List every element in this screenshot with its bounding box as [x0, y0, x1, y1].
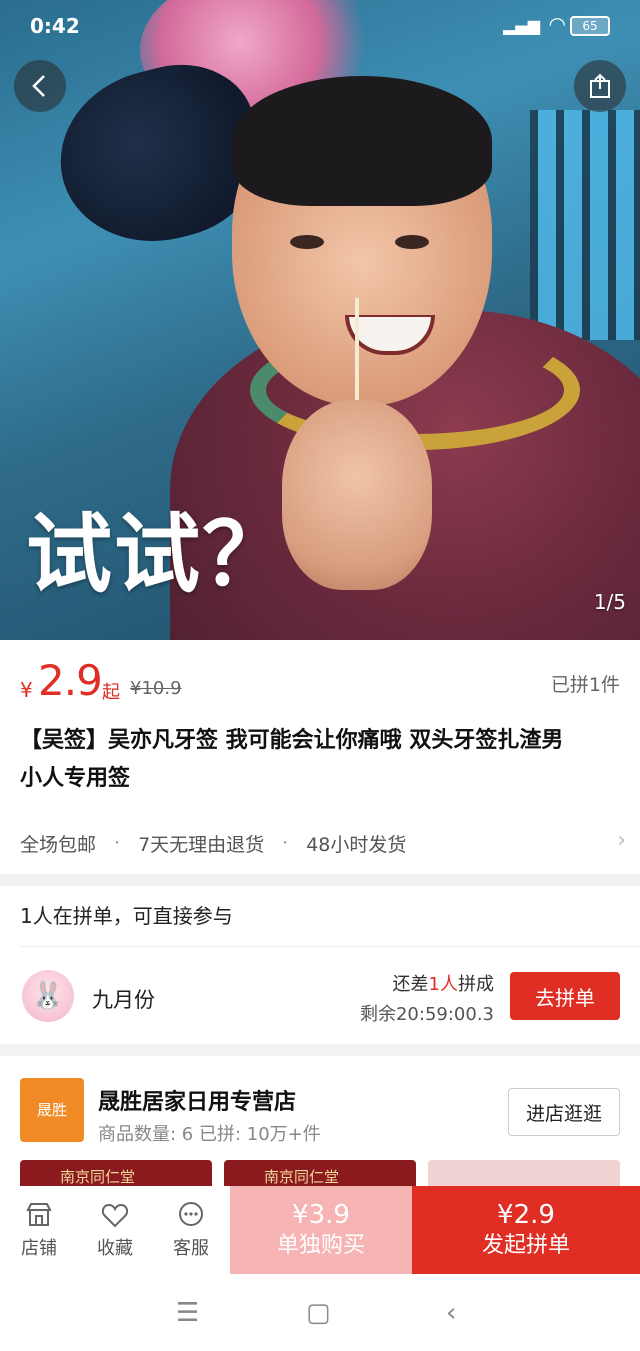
bunny-avatar-icon: 🐰 — [31, 981, 65, 1011]
image-figure-eye — [395, 235, 429, 249]
bottom-action-bar: 店铺 收藏 客服 ¥3.9 单独购买 ¥2.9 发起拼单 — [0, 1186, 640, 1274]
shop-logo[interactable]: 晟胜 — [20, 1078, 84, 1142]
shop-name[interactable]: 晟胜居家日用专营店 — [98, 1084, 296, 1116]
tab-label: 客服 — [173, 1238, 209, 1259]
group-need-prefix: 还差 — [392, 974, 429, 995]
service-free-shipping: 全场包邮 — [20, 833, 97, 856]
group-need-count: 1人 — [428, 974, 458, 995]
join-group-button[interactable]: 去拼单 — [510, 972, 620, 1020]
thumbnail-label: 南京同仁堂 — [264, 1168, 340, 1186]
product-title-line: 小人专用签 — [20, 766, 131, 791]
image-background-window — [530, 110, 640, 340]
buy-alone-price: ¥3.9 — [292, 1200, 350, 1230]
chevron-right-icon: › — [617, 828, 626, 853]
image-figure-fist — [282, 400, 432, 590]
store-icon — [26, 1203, 52, 1226]
share-icon — [590, 73, 610, 98]
system-nav-bar: ☰ ▢ ‹ — [0, 1274, 640, 1351]
section-gap — [0, 874, 640, 886]
signal-icon: ▂▄▆ — [503, 16, 540, 35]
avatar: 🐰 — [22, 970, 74, 1022]
tab-customer-service[interactable]: 客服 — [156, 1196, 226, 1260]
image-figure-hair — [232, 76, 492, 206]
tab-favorite[interactable]: 收藏 — [80, 1196, 150, 1260]
heart-icon — [101, 1203, 129, 1228]
share-button[interactable] — [574, 60, 626, 112]
divider — [20, 946, 640, 947]
tab-label: 店铺 — [21, 1238, 57, 1259]
home-square-icon[interactable]: ▢ — [306, 1298, 331, 1328]
sold-count: 已拼1件 — [550, 674, 620, 696]
back-arrow-icon — [32, 75, 45, 97]
image-toothpick — [355, 298, 359, 408]
group-need-suffix: 拼成 — [458, 974, 494, 995]
status-time: 0:42 — [30, 14, 80, 38]
price-currency: ¥ — [20, 678, 33, 702]
buy-alone-label: 单独购买 — [276, 1233, 365, 1258]
service-7day-return: 7天无理由退货 — [138, 833, 265, 856]
image-counter: 1/5 — [593, 590, 626, 614]
price-row: ¥ 2.9 起 ¥10.9 已拼1件 — [20, 656, 620, 712]
price-suffix: 起 — [102, 682, 120, 703]
status-bar: 0:42 ▂▄▆ ◠ 65 — [0, 0, 640, 52]
image-caption: 试试？ — [26, 505, 290, 605]
battery-icon: 65 — [570, 16, 610, 36]
tab-store[interactable]: 店铺 — [4, 1196, 74, 1260]
thumbnail-label: 南京同仁堂 — [60, 1168, 136, 1186]
group-buy-label: 发起拼单 — [481, 1233, 570, 1258]
back-button[interactable] — [14, 60, 66, 112]
wifi-icon: ◠ — [548, 12, 566, 36]
service-48h-shipping: 48小时发货 — [306, 833, 407, 856]
price-value: 2.9 — [38, 656, 103, 705]
enter-shop-button[interactable]: 进店逛逛 — [508, 1088, 620, 1136]
section-gap — [0, 1044, 640, 1056]
group-buy-header: 1人在拼单，可直接参与 — [20, 904, 233, 928]
chat-icon — [179, 1202, 203, 1226]
group-countdown: 剩余20:59:00.3 — [359, 1004, 494, 1025]
group-need-text: 还差1人拼成 — [393, 970, 494, 996]
product-title: 【吴签】吴亦凡牙签 我可能会让你痛哦 双头牙签扎渣男 小人专用签 — [20, 722, 620, 798]
start-group-buy-button[interactable]: ¥2.9 发起拼单 — [412, 1186, 640, 1274]
group-buy-price: ¥2.9 — [497, 1200, 555, 1230]
image-figure-eye — [290, 235, 324, 249]
service-guarantees[interactable]: 全场包邮 · 7天无理由退货 · 48小时发货 › — [20, 826, 626, 860]
menu-icon[interactable]: ☰ — [176, 1298, 199, 1328]
group-user-name: 九月份 — [92, 988, 155, 1012]
back-nav-icon[interactable]: ‹ — [446, 1298, 456, 1328]
product-image-gallery[interactable]: 试试？ 1/5 — [0, 0, 640, 640]
product-title-line: 【吴签】吴亦凡牙签 我可能会让你痛哦 双头牙签扎渣男 — [20, 728, 564, 753]
original-price: ¥10.9 — [130, 678, 182, 699]
buy-alone-button[interactable]: ¥3.9 单独购买 — [230, 1186, 412, 1274]
separator-dot: · — [282, 832, 289, 854]
tab-label: 收藏 — [97, 1238, 133, 1259]
separator-dot: · — [114, 832, 121, 854]
shop-meta: 商品数量: 6 已拼: 10万+件 — [98, 1124, 321, 1145]
